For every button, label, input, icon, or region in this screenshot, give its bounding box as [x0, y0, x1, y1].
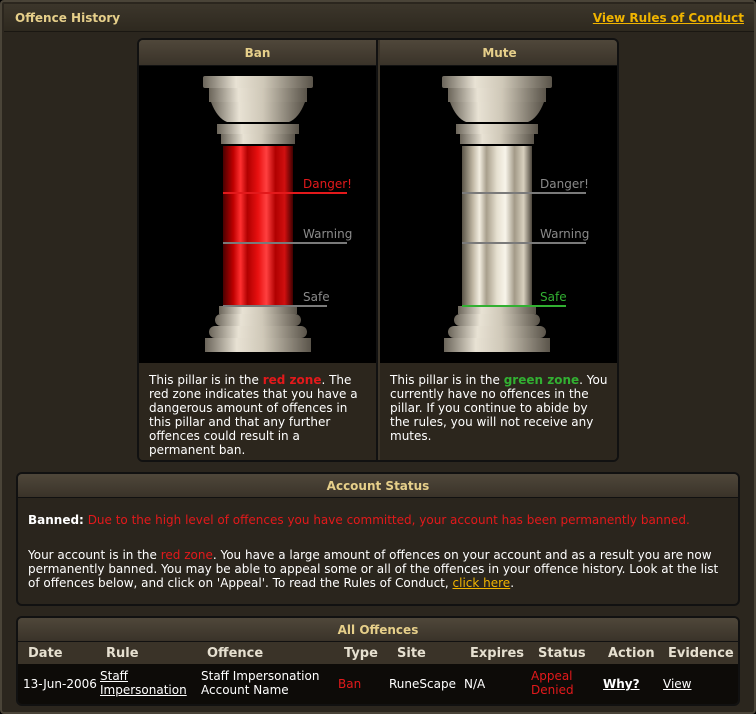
ban-pillar-image: Danger! Warning Safe	[139, 66, 376, 363]
mute-safe-label: Safe	[540, 290, 567, 304]
click-here-link[interactable]: click here	[453, 576, 511, 590]
mute-pillar-graphic	[442, 76, 586, 352]
banned-notice: Banned: Due to the high level of offence…	[28, 513, 690, 527]
ban-pillar-title: Ban	[139, 40, 376, 66]
capital-top	[203, 76, 313, 88]
col-action: Action	[608, 646, 655, 661]
rule-line-2: Impersonation	[100, 683, 187, 697]
offences-table-header: Date Rule Offence Type Site Expires Stat…	[18, 642, 738, 664]
status-text: Your account is in the	[28, 548, 161, 562]
view-rules-link[interactable]: View Rules of Conduct	[593, 11, 744, 25]
mute-pillar-description: This pillar is in the green zone. You cu…	[380, 363, 617, 460]
mute-pillar-column: Mute Danger! Warning Safe This pillar is…	[380, 40, 617, 460]
ban-pillar-graphic	[203, 76, 347, 352]
offence-line-1: Staff Impersonation	[201, 669, 320, 683]
page-title: Offence History	[15, 11, 121, 25]
ban-pillar-column: Ban Danger! Warning Safe This pillar is …	[139, 40, 378, 460]
all-offences-title: All Offences	[18, 618, 738, 642]
status-line-1: Appeal	[531, 669, 573, 683]
account-status-panel: Account Status Banned: Due to the high l…	[16, 472, 740, 606]
ban-safe-label: Safe	[303, 290, 330, 304]
rule-line-1: Staff	[100, 669, 128, 683]
title-bar: Offence History View Rules of Conduct	[4, 4, 754, 32]
pillars-panel: Ban Danger! Warning Safe This pillar is …	[137, 38, 619, 462]
account-status-title: Account Status	[18, 474, 738, 498]
banned-text: Due to the high level of offences you ha…	[87, 513, 690, 527]
mute-pillar-shaft	[462, 146, 532, 306]
mute-pillar-image: Danger! Warning Safe	[380, 66, 617, 363]
row-status: Appeal Denied	[531, 669, 574, 697]
mute-warning-label: Warning	[540, 227, 590, 241]
ban-warning-label: Warning	[303, 227, 353, 241]
status-text-end: .	[510, 576, 515, 590]
row-expires: N/A	[464, 677, 486, 691]
status-line-2: Denied	[531, 683, 574, 697]
mute-desc-zone: green zone	[503, 373, 580, 387]
account-status-paragraph: Your account is in the red zone. You hav…	[28, 548, 728, 590]
mute-pillar-title: Mute	[380, 40, 617, 66]
col-date: Date	[28, 646, 63, 661]
row-offence: Staff Impersonation Account Name	[201, 669, 319, 697]
row-date: 13-Jun-2006	[23, 677, 97, 691]
row-rule-link[interactable]: Staff Impersonation	[100, 669, 187, 697]
mute-desc-text: This pillar is in the	[390, 373, 504, 387]
col-status: Status	[538, 646, 586, 661]
banned-label: Banned:	[28, 513, 84, 527]
ban-danger-label: Danger!	[303, 177, 352, 191]
table-row: 13-Jun-2006 Staff Impersonation Staff Imp…	[18, 664, 738, 704]
col-site: Site	[397, 646, 426, 661]
row-type: Ban	[338, 677, 362, 691]
offence-line-2: Account Name	[201, 683, 289, 697]
pillar-plinth	[205, 338, 311, 352]
why-link[interactable]: Why?	[603, 677, 640, 691]
view-evidence-link[interactable]: View	[663, 677, 691, 691]
status-zone: red zone	[160, 548, 213, 562]
ban-pillar-fill	[223, 146, 293, 306]
col-offence: Offence	[207, 646, 264, 661]
ban-desc-zone: red zone	[262, 373, 322, 387]
col-rule: Rule	[106, 646, 139, 661]
row-site: RuneScape	[389, 677, 456, 691]
col-evidence: Evidence	[668, 646, 734, 661]
ban-desc-text: This pillar is in the	[149, 373, 263, 387]
ban-pillar-description: This pillar is in the red zone. The red …	[139, 363, 376, 460]
col-expires: Expires	[470, 646, 524, 661]
col-type: Type	[344, 646, 378, 661]
all-offences-panel: All Offences Date Rule Offence Type Site…	[16, 616, 740, 706]
mute-danger-label: Danger!	[540, 177, 589, 191]
